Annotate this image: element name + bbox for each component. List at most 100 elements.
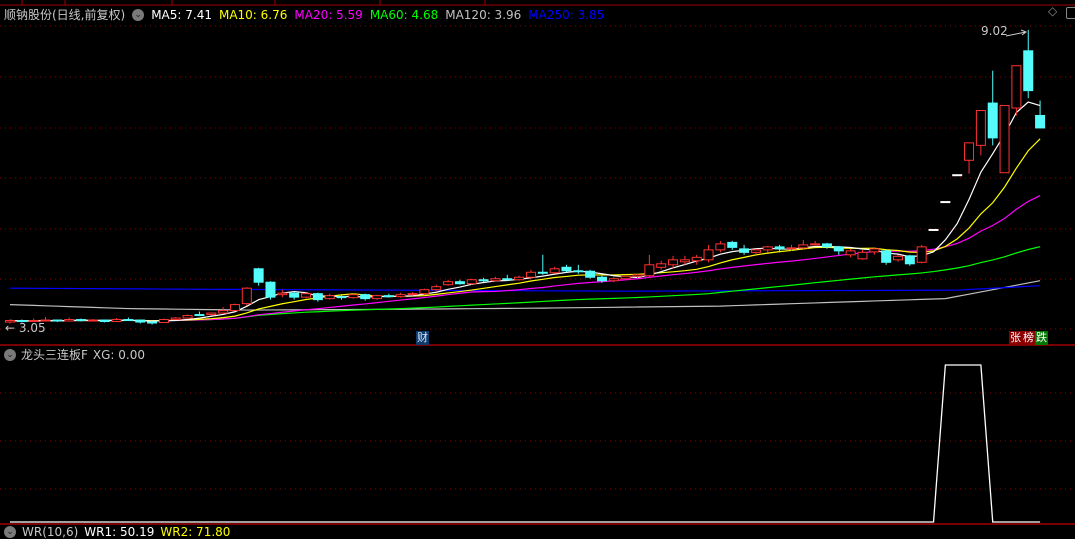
indicator-name: 龙头三连板F <box>21 348 88 362</box>
candle-body <box>478 279 489 282</box>
candle-body <box>443 281 454 286</box>
candle-body <box>277 292 288 296</box>
candle <box>360 293 371 301</box>
candle-body <box>147 321 158 324</box>
wr1-value: WR1: 50.19 <box>84 525 155 539</box>
candle <box>395 292 406 298</box>
wr-title: WR(10,6) <box>22 525 79 539</box>
candle <box>383 293 394 298</box>
candle-body <box>644 264 655 277</box>
rank-tags[interactable]: 张 榜 跌 <box>1009 331 1048 345</box>
panel-toggle-icon[interactable] <box>1066 7 1075 19</box>
candle <box>241 287 252 306</box>
low-price-value: 3.05 <box>18 321 46 335</box>
tag-zhang[interactable]: 张 <box>1009 331 1022 345</box>
candle-body <box>750 249 761 253</box>
ma-legend-item: MA20: 5.59 <box>294 7 363 22</box>
candle <box>52 319 63 323</box>
candle <box>301 292 311 299</box>
candle-body <box>585 270 596 278</box>
candle <box>857 249 868 260</box>
chart-header: 顺钠股份(日线,前复权) ⌄ MA5: 7.41 MA10: 6.76 MA20: … <box>4 6 604 23</box>
candle-body <box>312 293 323 301</box>
candle-body <box>525 271 536 278</box>
candle-body <box>241 287 252 305</box>
candle-body <box>821 243 832 248</box>
candle-body <box>845 250 856 256</box>
candle-body <box>111 319 122 323</box>
chevron-down-icon[interactable]: ⌄ <box>132 8 145 21</box>
candle-body <box>739 248 750 253</box>
candle <box>964 142 975 174</box>
candle <box>348 293 359 299</box>
candle <box>253 267 264 286</box>
candle-body <box>395 294 406 298</box>
candle-body <box>893 255 903 261</box>
candle-body <box>182 315 193 319</box>
candle <box>514 275 525 281</box>
candle <box>727 240 738 250</box>
candle-body <box>975 110 986 146</box>
candle-body <box>916 246 927 263</box>
candle-body <box>324 295 335 300</box>
tag-bang[interactable]: 榜 <box>1022 331 1035 345</box>
candle-body <box>608 278 619 282</box>
candle-body <box>869 248 880 253</box>
candle <box>644 254 655 278</box>
candle <box>975 110 986 156</box>
candle <box>312 292 323 302</box>
candle <box>277 289 288 298</box>
candle-body <box>502 278 513 281</box>
candles <box>5 29 1046 325</box>
candle <box>443 279 454 286</box>
candle-body <box>987 102 998 139</box>
candle-body <box>407 293 418 296</box>
tag-die[interactable]: 跌 <box>1035 331 1048 345</box>
candle <box>182 314 193 319</box>
chevron-down-icon[interactable]: ⌄ <box>4 526 16 538</box>
candle <box>987 70 998 146</box>
candle <box>691 254 702 265</box>
candle <box>431 284 442 291</box>
diamond-icon[interactable]: ◇ <box>1048 4 1057 18</box>
candle-body <box>964 142 975 161</box>
candle <box>561 264 572 273</box>
candle-body <box>123 319 134 322</box>
candle-body <box>419 289 430 295</box>
candle <box>656 260 667 270</box>
candle <box>904 254 915 266</box>
candle-body <box>372 295 383 300</box>
candle-body <box>383 295 394 298</box>
ma-legend-item: MA60: 4.68 <box>369 7 439 22</box>
candle <box>573 264 584 274</box>
candle-body <box>87 319 98 322</box>
candle-body <box>668 259 679 266</box>
candle-body <box>537 271 548 274</box>
candle-body <box>218 310 229 314</box>
candle-body <box>798 244 809 249</box>
candle <box>869 247 880 255</box>
candle-body <box>360 294 371 300</box>
ma-legend-item: MA5: 7.41 <box>151 7 212 22</box>
candle <box>845 248 856 258</box>
candle <box>502 274 513 281</box>
candle <box>585 269 596 279</box>
kline-chart[interactable] <box>0 0 1075 531</box>
candle-body <box>466 279 477 285</box>
ma-legend-item: MA120: 3.96 <box>445 7 522 22</box>
chevron-down-icon[interactable]: ⌄ <box>4 348 16 361</box>
finance-marker[interactable]: 财 <box>416 331 429 345</box>
candle-body <box>158 319 169 324</box>
candle-body <box>289 292 300 298</box>
candle <box>419 288 430 295</box>
ma120-line <box>9 280 1041 311</box>
candle-body <box>1023 50 1034 92</box>
candle <box>833 245 844 255</box>
low-price-label: ← 3.05 <box>5 321 46 335</box>
candle <box>218 307 229 314</box>
candle-body <box>1035 114 1046 129</box>
candle-body <box>514 276 525 281</box>
candle <box>170 317 181 321</box>
candle-body <box>833 246 844 252</box>
candle-body <box>301 293 311 298</box>
